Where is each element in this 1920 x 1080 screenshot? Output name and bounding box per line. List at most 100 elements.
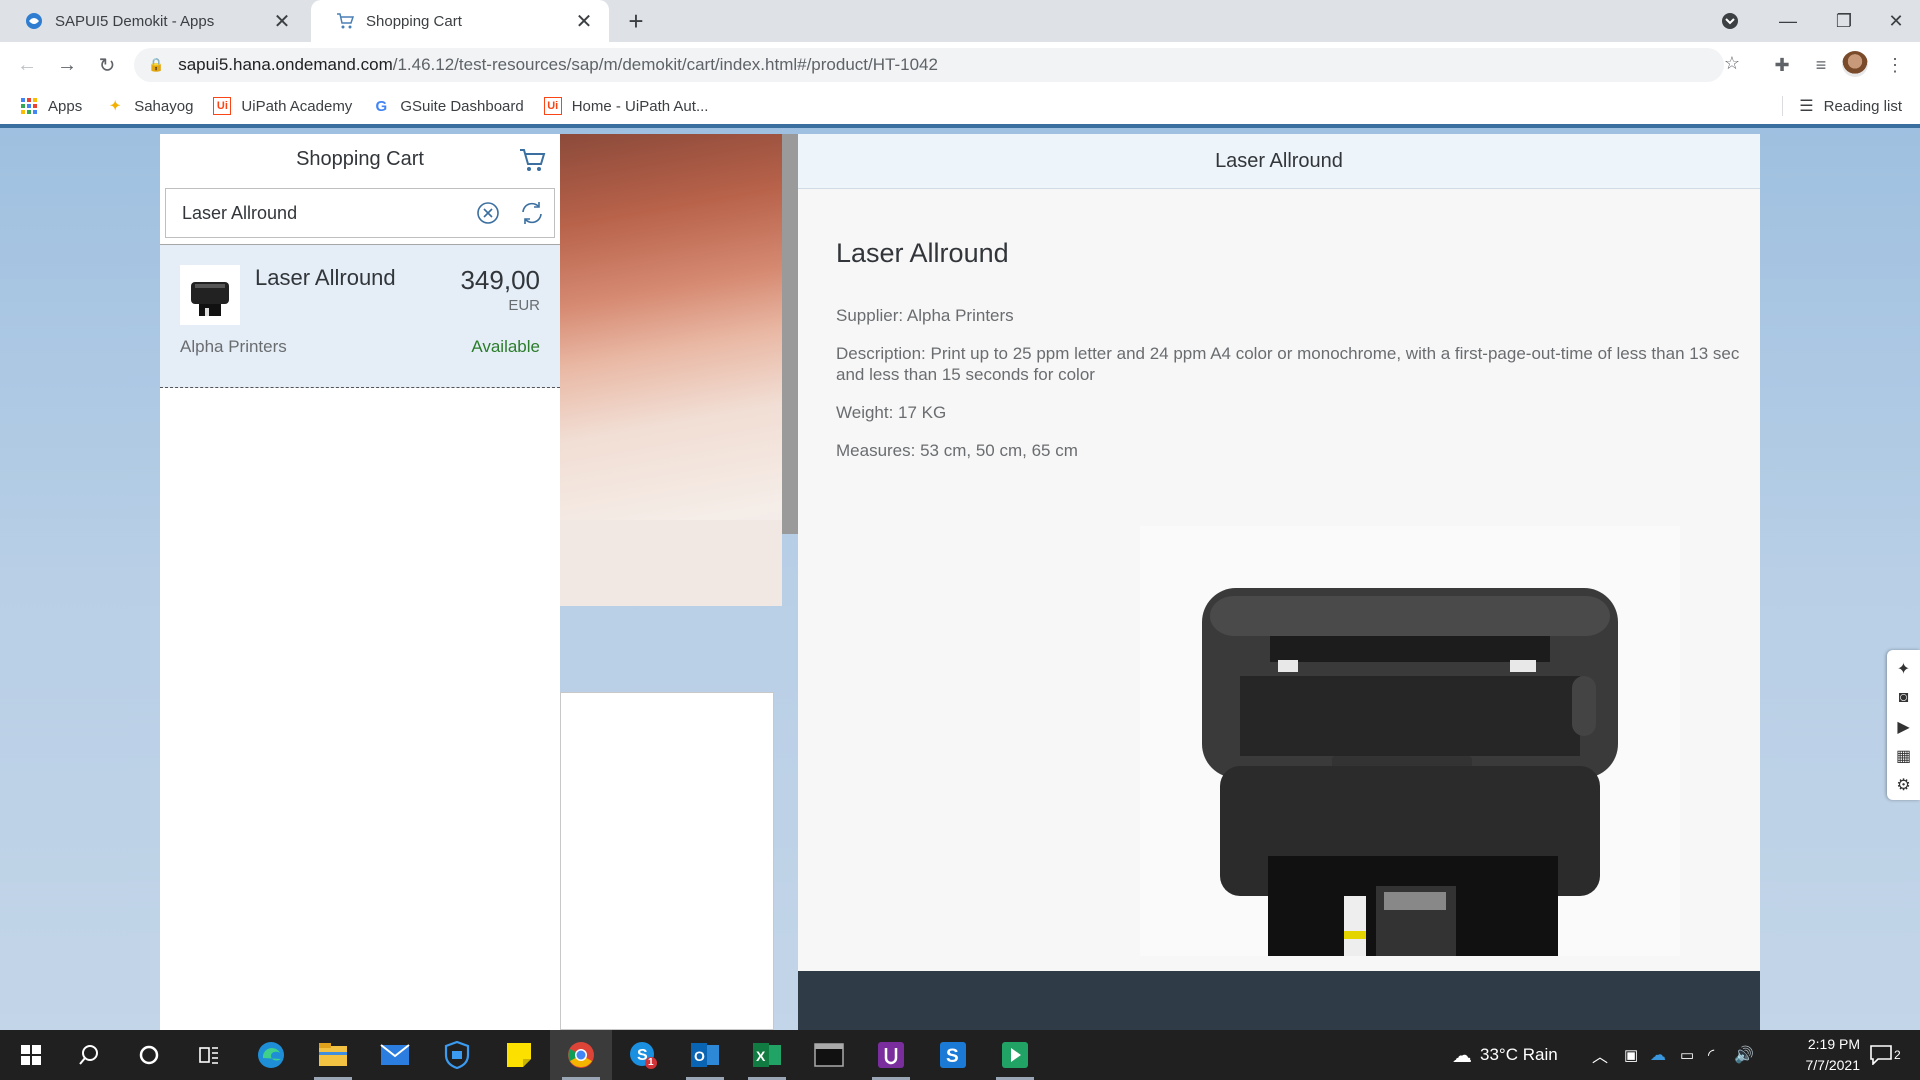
product-supplier: Supplier: Alpha Printers xyxy=(836,306,1014,325)
address-bar[interactable]: 🔒 sapui5.hana.ondemand.com/1.46.12/test-… xyxy=(134,48,1724,82)
bookmark-label: Apps xyxy=(48,97,83,115)
tab-title: Shopping Cart xyxy=(366,12,462,30)
uipath-studio-icon[interactable] xyxy=(860,1030,922,1080)
item-currency: EUR xyxy=(508,297,540,314)
star-bookmark-icon[interactable]: ☆ xyxy=(1717,48,1747,78)
svg-text:X: X xyxy=(756,1048,766,1064)
sahayog-icon: ✦ xyxy=(109,98,121,113)
bookmark-label: UiPath Academy xyxy=(241,97,353,115)
tray-chevron-icon[interactable]: ︿ xyxy=(1592,1030,1608,1080)
battery-icon[interactable]: ▭ xyxy=(1680,1030,1694,1080)
svg-text:O: O xyxy=(694,1048,705,1064)
close-window-icon[interactable]: ✕ xyxy=(1872,0,1920,42)
wifi-icon[interactable]: ◜ xyxy=(1708,1030,1714,1080)
windows-taskbar: S 1 O X S ☁ 33°C Rain ︿ ▣ ☁ ▭ ◜ 🔊 2:19 P… xyxy=(0,1030,1920,1080)
sapgui-icon[interactable]: S xyxy=(922,1030,984,1080)
reading-list-icon: ☰ xyxy=(1799,98,1814,115)
uipath-icon: Ui xyxy=(213,97,232,115)
camera-icon[interactable]: ◙ xyxy=(1892,683,1916,712)
bookmark-sahayog[interactable]: ✦ Sahayog xyxy=(106,97,194,115)
back-arrow-icon[interactable]: ← xyxy=(12,50,42,80)
product-thumbnail xyxy=(180,265,240,325)
pin-icon[interactable]: ✦ xyxy=(1892,654,1916,683)
svg-text:S: S xyxy=(946,1046,959,1067)
weather-widget[interactable]: ☁ 33°C Rain xyxy=(1452,1030,1558,1080)
task-view-icon[interactable] xyxy=(178,1030,240,1080)
windows-start-icon[interactable] xyxy=(0,1030,62,1080)
clear-search-icon[interactable] xyxy=(466,189,510,237)
gallery-icon[interactable]: ▦ xyxy=(1892,742,1916,771)
tab-shopping-cart[interactable]: Shopping Cart ✕ xyxy=(311,0,609,42)
divider xyxy=(1782,96,1784,116)
tab-search-icon[interactable] xyxy=(1702,0,1758,42)
terminal-icon[interactable] xyxy=(798,1030,860,1080)
video-icon[interactable]: ▶ xyxy=(1892,712,1916,741)
master-title: Shopping Cart xyxy=(296,147,424,170)
sap-globe-icon xyxy=(25,12,43,30)
onedrive-icon[interactable]: ☁ xyxy=(1650,1030,1666,1080)
edge-icon[interactable] xyxy=(240,1030,302,1080)
notification-center-icon[interactable]: 2 xyxy=(1870,1030,1901,1080)
bookmarks-bar: Apps ✦ Sahayog Ui UiPath Academy G GSuit… xyxy=(0,88,1920,124)
search-input[interactable] xyxy=(182,202,466,224)
bookmark-uipath-academy[interactable]: Ui UiPath Academy xyxy=(213,97,352,115)
search-icon[interactable] xyxy=(58,1030,120,1080)
bookmark-apps[interactable]: Apps xyxy=(20,97,82,115)
extensions-puzzle-icon[interactable]: ✚ xyxy=(1767,50,1797,80)
bookmark-label: GSuite Dashboard xyxy=(400,97,524,115)
browser-toolbar: ← → ↻ 🔒 sapui5.hana.ondemand.com/1.46.12… xyxy=(0,42,1920,88)
skype-icon[interactable]: S 1 xyxy=(612,1030,674,1080)
meet-now-icon[interactable]: ▣ xyxy=(1624,1030,1638,1080)
bookmark-gsuite[interactable]: G GSuite Dashboard xyxy=(372,97,523,115)
cortana-icon[interactable] xyxy=(118,1030,180,1080)
skype-badge: 1 xyxy=(648,1057,654,1068)
outlook-icon[interactable]: O xyxy=(674,1030,736,1080)
close-tab-icon[interactable]: ✕ xyxy=(271,9,293,34)
list-item[interactable]: Laser Allround 349,00 EUR Alpha Printers… xyxy=(160,244,560,388)
item-status: Available xyxy=(471,337,540,356)
tab-sapui5-demokit[interactable]: SAPUI5 Demokit - Apps ✕ xyxy=(0,0,307,42)
kebab-menu-icon[interactable]: ⋮ xyxy=(1880,50,1910,80)
search-field[interactable] xyxy=(165,188,555,238)
detail-panel: Laser Allround Laser Allround Supplier: … xyxy=(798,134,1760,1030)
minimize-icon[interactable]: — xyxy=(1760,0,1816,42)
tab-title: SAPUI5 Demokit - Apps xyxy=(55,12,215,30)
media-control-icon[interactable]: ≡ xyxy=(1806,50,1836,80)
new-tab-button[interactable]: + xyxy=(622,6,650,37)
browser-tab-bar: SAPUI5 Demokit - Apps ✕ Shopping Cart ✕ … xyxy=(0,0,1920,42)
profile-avatar[interactable] xyxy=(1842,51,1868,77)
product-image xyxy=(1140,526,1680,956)
defender-shield-icon[interactable] xyxy=(426,1030,488,1080)
close-tab-icon[interactable]: ✕ xyxy=(573,9,595,34)
uipath-assistant-icon[interactable] xyxy=(984,1030,1046,1080)
side-capture-toolbar: ✦ ◙ ▶ ▦ ⚙ xyxy=(1887,650,1920,800)
restore-icon[interactable]: ❐ xyxy=(1816,0,1872,42)
sticky-notes-icon[interactable] xyxy=(488,1030,550,1080)
file-explorer-icon[interactable] xyxy=(302,1030,364,1080)
bookmark-label: Home - UiPath Aut... xyxy=(571,97,709,115)
product-weight: Weight: 17 KG xyxy=(836,403,947,422)
weather-rain-cloud-icon: ☁ xyxy=(1452,1044,1472,1067)
scrollbar[interactable] xyxy=(782,134,798,534)
weather-text: 33°C Rain xyxy=(1480,1045,1558,1064)
reload-icon[interactable]: ↻ xyxy=(92,50,122,80)
clock-date: 7/7/2021 xyxy=(1805,1057,1861,1073)
volume-icon[interactable]: 🔊 xyxy=(1734,1030,1754,1080)
item-name: Laser Allround xyxy=(255,265,396,290)
refresh-icon[interactable] xyxy=(510,189,554,237)
clock-time: 2:19 PM xyxy=(1807,1036,1860,1052)
mail-icon[interactable] xyxy=(364,1030,426,1080)
reading-list[interactable]: ☰ Reading list xyxy=(1782,88,1902,124)
bookmark-label: Sahayog xyxy=(134,97,194,115)
forward-arrow-icon[interactable]: → xyxy=(52,50,82,80)
cart-icon[interactable] xyxy=(518,145,548,175)
bookmark-uipath-home[interactable]: Ui Home - UiPath Aut... xyxy=(543,97,709,115)
product-measures: Measures: 53 cm, 50 cm, 65 cm xyxy=(836,441,1078,460)
product-description: Description: Print up to 25 ppm letter a… xyxy=(836,344,1740,363)
excel-icon[interactable]: X xyxy=(736,1030,798,1080)
system-clock[interactable]: 2:19 PM 7/7/2021 xyxy=(1760,1034,1861,1076)
lock-icon[interactable]: 🔒 xyxy=(148,57,164,73)
chrome-icon[interactable] xyxy=(550,1030,612,1080)
cart-favicon-icon xyxy=(336,12,354,30)
settings-gear-icon[interactable]: ⚙ xyxy=(1892,771,1916,800)
